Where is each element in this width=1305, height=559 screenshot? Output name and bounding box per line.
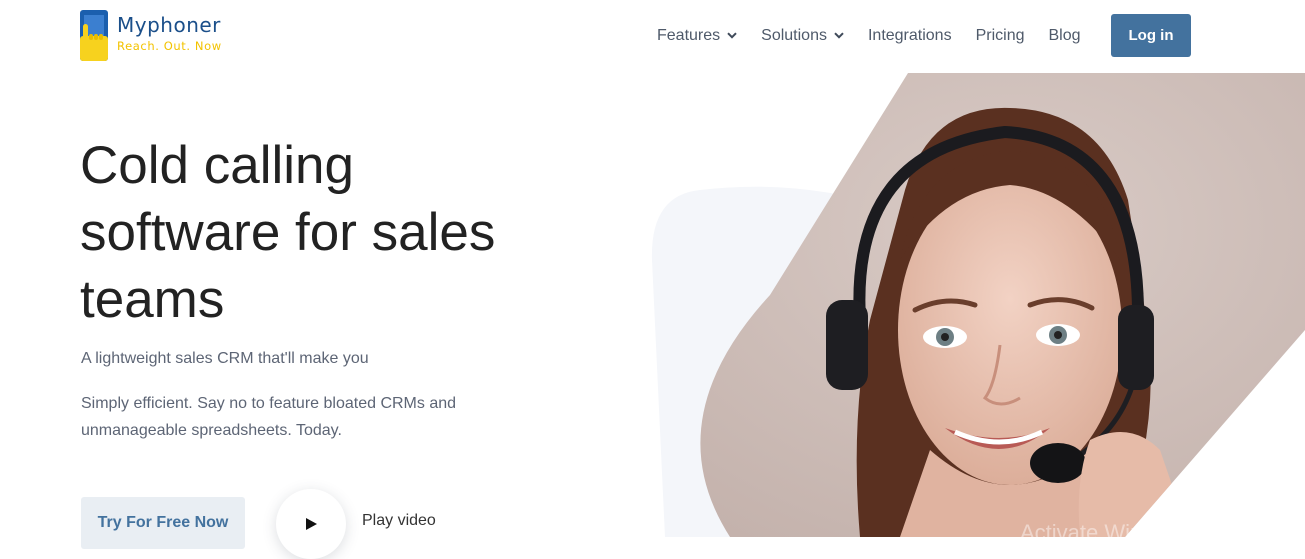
try-free-button[interactable]: Try For Free Now	[81, 497, 245, 549]
hero-title-line-2: software for sales	[80, 203, 496, 262]
hero-title-line-1: Cold calling	[80, 136, 354, 195]
play-icon	[306, 518, 317, 530]
activate-windows-watermark: Activate Windows	[1020, 520, 1194, 545]
play-video-label[interactable]: Play video	[362, 512, 436, 530]
hero-description: Simply efficient. Say no to feature bloa…	[81, 395, 457, 439]
play-video-button[interactable]	[276, 489, 346, 559]
hero-subtitle: A lightweight sales CRM that'll make you	[81, 350, 369, 367]
hero-title: Cold calling software for sales teams	[80, 132, 580, 333]
hero-title-line-3: teams	[80, 270, 225, 329]
